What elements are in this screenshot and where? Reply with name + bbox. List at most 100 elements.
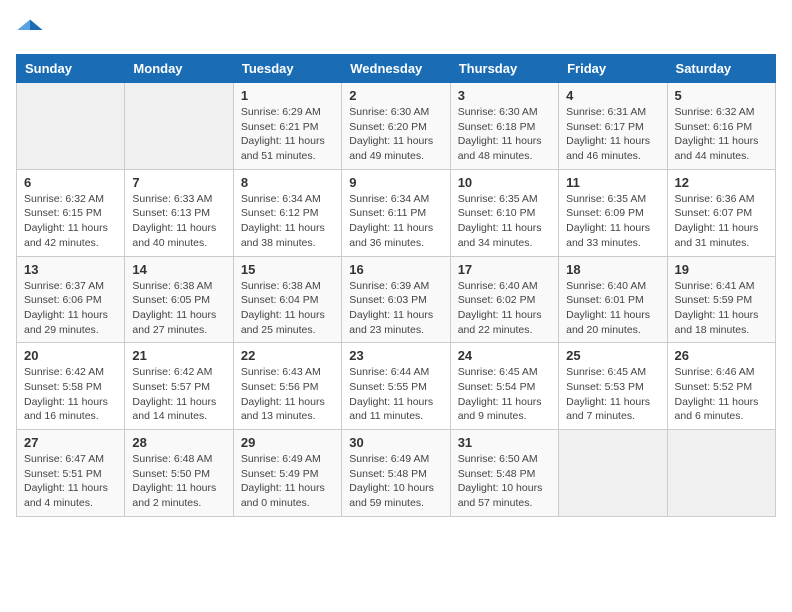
day-info: Sunrise: 6:32 AMSunset: 6:15 PMDaylight:… — [24, 192, 117, 251]
day-info: Sunrise: 6:34 AMSunset: 6:11 PMDaylight:… — [349, 192, 442, 251]
day-info: Sunrise: 6:50 AMSunset: 5:48 PMDaylight:… — [458, 452, 551, 511]
day-number: 19 — [675, 262, 768, 277]
day-info: Sunrise: 6:32 AMSunset: 6:16 PMDaylight:… — [675, 105, 768, 164]
calendar-cell: 10 Sunrise: 6:35 AMSunset: 6:10 PMDayligh… — [450, 169, 558, 256]
day-info: Sunrise: 6:31 AMSunset: 6:17 PMDaylight:… — [566, 105, 659, 164]
day-number: 15 — [241, 262, 334, 277]
day-number: 22 — [241, 348, 334, 363]
day-info: Sunrise: 6:47 AMSunset: 5:51 PMDaylight:… — [24, 452, 117, 511]
day-number: 16 — [349, 262, 442, 277]
day-number: 10 — [458, 175, 551, 190]
day-number: 21 — [132, 348, 225, 363]
day-number: 29 — [241, 435, 334, 450]
calendar-cell: 14 Sunrise: 6:38 AMSunset: 6:05 PMDayligh… — [125, 256, 233, 343]
day-info: Sunrise: 6:49 AMSunset: 5:49 PMDaylight:… — [241, 452, 334, 511]
day-info: Sunrise: 6:36 AMSunset: 6:07 PMDaylight:… — [675, 192, 768, 251]
calendar-cell: 26 Sunrise: 6:46 AMSunset: 5:52 PMDayligh… — [667, 343, 775, 430]
weekday-header: Thursday — [450, 55, 558, 83]
day-number: 9 — [349, 175, 442, 190]
day-info: Sunrise: 6:38 AMSunset: 6:04 PMDaylight:… — [241, 279, 334, 338]
calendar-cell: 15 Sunrise: 6:38 AMSunset: 6:04 PMDayligh… — [233, 256, 341, 343]
calendar-cell: 22Sunrise: 6:43 AMSunset: 5:56 PMDayligh… — [233, 343, 341, 430]
calendar-week-row: 13 Sunrise: 6:37 AMSunset: 6:06 PMDayligh… — [17, 256, 776, 343]
calendar-cell: 30 Sunrise: 6:49 AMSunset: 5:48 PMDayligh… — [342, 430, 450, 517]
calendar-week-row: 27 Sunrise: 6:47 AMSunset: 5:51 PMDayligh… — [17, 430, 776, 517]
day-number: 25 — [566, 348, 659, 363]
day-number: 24 — [458, 348, 551, 363]
calendar-cell: 6Sunrise: 6:32 AMSunset: 6:15 PMDaylight… — [17, 169, 125, 256]
weekday-header: Friday — [559, 55, 667, 83]
calendar-cell: 25 Sunrise: 6:45 AMSunset: 5:53 PMDayligh… — [559, 343, 667, 430]
calendar-cell: 4 Sunrise: 6:31 AMSunset: 6:17 PMDaylight… — [559, 83, 667, 170]
day-number: 13 — [24, 262, 117, 277]
calendar-week-row: 20Sunrise: 6:42 AMSunset: 5:58 PMDayligh… — [17, 343, 776, 430]
day-number: 28 — [132, 435, 225, 450]
calendar-table: SundayMondayTuesdayWednesdayThursdayFrid… — [16, 54, 776, 517]
calendar-cell: 8 Sunrise: 6:34 AMSunset: 6:12 PMDaylight… — [233, 169, 341, 256]
day-info: Sunrise: 6:41 AMSunset: 5:59 PMDaylight:… — [675, 279, 768, 338]
calendar-cell: 11 Sunrise: 6:35 AMSunset: 6:09 PMDayligh… — [559, 169, 667, 256]
calendar-cell — [125, 83, 233, 170]
day-info: Sunrise: 6:49 AMSunset: 5:48 PMDaylight:… — [349, 452, 442, 511]
day-number: 20 — [24, 348, 117, 363]
calendar-cell: 12Sunrise: 6:36 AMSunset: 6:07 PMDayligh… — [667, 169, 775, 256]
day-info: Sunrise: 6:40 AMSunset: 6:01 PMDaylight:… — [566, 279, 659, 338]
calendar-cell: 2 Sunrise: 6:30 AMSunset: 6:20 PMDaylight… — [342, 83, 450, 170]
day-info: Sunrise: 6:35 AMSunset: 6:10 PMDaylight:… — [458, 192, 551, 251]
calendar-cell — [17, 83, 125, 170]
calendar-cell: 18 Sunrise: 6:40 AMSunset: 6:01 PMDayligh… — [559, 256, 667, 343]
day-info: Sunrise: 6:30 AMSunset: 6:18 PMDaylight:… — [458, 105, 551, 164]
calendar-cell: 7Sunrise: 6:33 AMSunset: 6:13 PMDaylight… — [125, 169, 233, 256]
weekday-row: SundayMondayTuesdayWednesdayThursdayFrid… — [17, 55, 776, 83]
day-number: 7 — [132, 175, 225, 190]
calendar-week-row: 1 Sunrise: 6:29 AMSunset: 6:21 PMDaylight… — [17, 83, 776, 170]
day-number: 3 — [458, 88, 551, 103]
calendar-cell: 20Sunrise: 6:42 AMSunset: 5:58 PMDayligh… — [17, 343, 125, 430]
day-number: 30 — [349, 435, 442, 450]
day-info: Sunrise: 6:39 AMSunset: 6:03 PMDaylight:… — [349, 279, 442, 338]
calendar-cell: 28Sunrise: 6:48 AMSunset: 5:50 PMDayligh… — [125, 430, 233, 517]
day-number: 27 — [24, 435, 117, 450]
weekday-header: Monday — [125, 55, 233, 83]
weekday-header: Wednesday — [342, 55, 450, 83]
day-number: 11 — [566, 175, 659, 190]
day-number: 26 — [675, 348, 768, 363]
day-number: 1 — [241, 88, 334, 103]
calendar-cell: 23Sunrise: 6:44 AMSunset: 5:55 PMDayligh… — [342, 343, 450, 430]
day-number: 14 — [132, 262, 225, 277]
day-number: 2 — [349, 88, 442, 103]
day-number: 4 — [566, 88, 659, 103]
day-number: 17 — [458, 262, 551, 277]
day-info: Sunrise: 6:34 AMSunset: 6:12 PMDaylight:… — [241, 192, 334, 251]
day-info: Sunrise: 6:37 AMSunset: 6:06 PMDaylight:… — [24, 279, 117, 338]
calendar-cell: 1 Sunrise: 6:29 AMSunset: 6:21 PMDaylight… — [233, 83, 341, 170]
weekday-header: Saturday — [667, 55, 775, 83]
logo-icon — [16, 16, 44, 44]
calendar-cell: 31 Sunrise: 6:50 AMSunset: 5:48 PMDayligh… — [450, 430, 558, 517]
weekday-header: Tuesday — [233, 55, 341, 83]
day-info: Sunrise: 6:35 AMSunset: 6:09 PMDaylight:… — [566, 192, 659, 251]
calendar-body: 1 Sunrise: 6:29 AMSunset: 6:21 PMDaylight… — [17, 83, 776, 517]
calendar-cell — [667, 430, 775, 517]
calendar-cell — [559, 430, 667, 517]
day-info: Sunrise: 6:38 AMSunset: 6:05 PMDaylight:… — [132, 279, 225, 338]
day-info: Sunrise: 6:30 AMSunset: 6:20 PMDaylight:… — [349, 105, 442, 164]
calendar-cell: 19 Sunrise: 6:41 AMSunset: 5:59 PMDayligh… — [667, 256, 775, 343]
calendar-cell: 9 Sunrise: 6:34 AMSunset: 6:11 PMDaylight… — [342, 169, 450, 256]
calendar-cell: 16 Sunrise: 6:39 AMSunset: 6:03 PMDayligh… — [342, 256, 450, 343]
calendar-header: SundayMondayTuesdayWednesdayThursdayFrid… — [17, 55, 776, 83]
page-header — [16, 16, 776, 44]
day-info: Sunrise: 6:44 AMSunset: 5:55 PMDaylight:… — [349, 365, 442, 424]
day-info: Sunrise: 6:29 AMSunset: 6:21 PMDaylight:… — [241, 105, 334, 164]
calendar-week-row: 6Sunrise: 6:32 AMSunset: 6:15 PMDaylight… — [17, 169, 776, 256]
day-info: Sunrise: 6:42 AMSunset: 5:57 PMDaylight:… — [132, 365, 225, 424]
day-info: Sunrise: 6:45 AMSunset: 5:53 PMDaylight:… — [566, 365, 659, 424]
calendar-cell: 3 Sunrise: 6:30 AMSunset: 6:18 PMDaylight… — [450, 83, 558, 170]
day-info: Sunrise: 6:46 AMSunset: 5:52 PMDaylight:… — [675, 365, 768, 424]
day-number: 31 — [458, 435, 551, 450]
day-number: 5 — [675, 88, 768, 103]
day-number: 8 — [241, 175, 334, 190]
calendar-cell: 13 Sunrise: 6:37 AMSunset: 6:06 PMDayligh… — [17, 256, 125, 343]
logo — [16, 16, 48, 44]
day-number: 18 — [566, 262, 659, 277]
